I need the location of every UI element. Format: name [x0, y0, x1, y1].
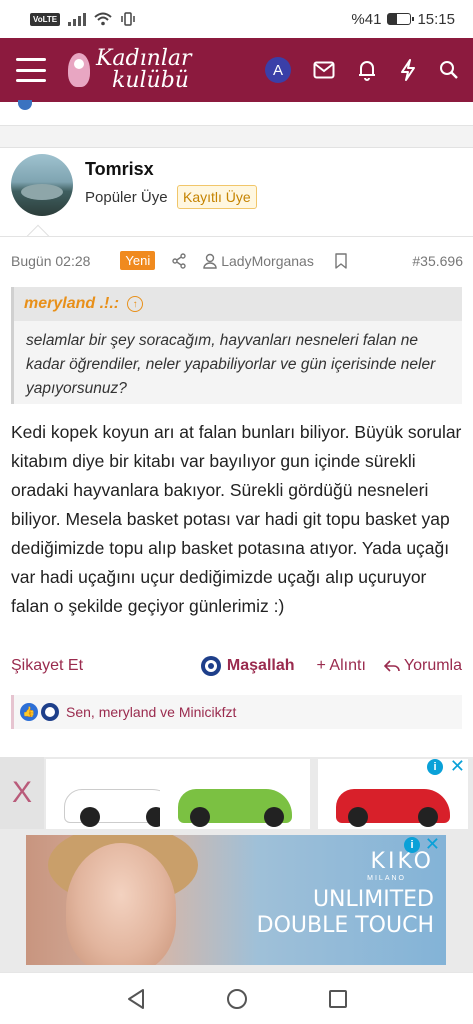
ad-info-icon[interactable]: i: [427, 759, 443, 775]
post-user-block: Tomrisx Popüler Üye Kayıtlı Üye: [0, 148, 473, 236]
ad-product-tile[interactable]: [160, 759, 310, 829]
logo-text-line2: kulübü: [112, 68, 189, 93]
new-badge: Yeni: [120, 251, 156, 270]
mail-icon[interactable]: [313, 61, 335, 79]
battery-percent: %41: [351, 10, 382, 28]
post-body: Kedi kopek koyun arı at falan bunları bi…: [11, 422, 462, 616]
back-icon[interactable]: [126, 988, 146, 1010]
ad-info-icon[interactable]: i: [404, 837, 420, 853]
menu-icon[interactable]: [16, 58, 46, 82]
post-number[interactable]: #35.696: [412, 253, 463, 269]
mentioned-user: LadyMorganas: [221, 252, 314, 269]
lightning-icon[interactable]: [399, 59, 417, 81]
wheel-shape: [80, 807, 100, 827]
wheel-shape: [264, 807, 284, 827]
post-username[interactable]: Tomrisx: [85, 159, 154, 180]
wheel-shape: [190, 807, 210, 827]
search-icon[interactable]: [439, 60, 459, 80]
arrow-up-circle-icon[interactable]: ↑: [127, 296, 144, 312]
home-icon[interactable]: [226, 988, 248, 1010]
report-button[interactable]: Şikayet Et: [11, 657, 83, 675]
clock: 15:15: [417, 10, 455, 28]
post-date[interactable]: Bugün 02:28: [11, 253, 90, 269]
reply-button[interactable]: Yorumla: [383, 657, 462, 675]
status-bar: VoLTE %41 15:15: [0, 0, 473, 38]
ad-banner[interactable]: KIKO MILANO UNLIMITED DOUBLE TOUCH i ✕: [26, 835, 446, 965]
mentioned-user-link[interactable]: LadyMorganas: [203, 253, 314, 269]
evil-eye-icon: [200, 656, 221, 676]
reaction-icon: [18, 100, 32, 110]
ad-dismiss-icon[interactable]: ✕: [450, 756, 465, 777]
user-title: Popüler Üye: [85, 189, 168, 206]
post-meta-bar: Bugün 02:28 Yeni LadyMorganas #35.696: [0, 236, 473, 284]
logo-mark-icon: [68, 53, 90, 87]
bell-icon[interactable]: [357, 59, 377, 81]
signal-icon: [68, 12, 87, 26]
share-icon[interactable]: [171, 252, 187, 269]
reactions-bar[interactable]: 👍 Sen, meryland ve Minicikfzt: [11, 695, 462, 729]
logo-text-line1: Kadınlar: [96, 46, 192, 71]
quote-button[interactable]: + Alıntı: [317, 657, 366, 675]
account-avatar[interactable]: A: [265, 57, 291, 83]
wheel-shape: [348, 807, 368, 827]
battery-icon: [387, 13, 415, 25]
ad-headline-line2: DOUBLE TOUCH: [256, 913, 434, 938]
mashallah-label: Maşallah: [226, 657, 295, 674]
ad-product-tile[interactable]: [318, 759, 468, 829]
quote-block: meryland .!.: ↑ selamlar bir şey soracağ…: [11, 287, 462, 404]
user-avatar[interactable]: [11, 154, 73, 216]
mashallah-button[interactable]: Maşallah: [200, 656, 295, 676]
reply-label: Yorumla: [403, 657, 462, 674]
reactions-text[interactable]: Sen, meryland ve Minicikfzt: [66, 704, 236, 720]
post-separator: [0, 126, 473, 148]
model-face-shape: [66, 843, 176, 965]
ad-dismiss-icon[interactable]: ✕: [425, 835, 440, 855]
recents-icon[interactable]: [328, 989, 348, 1009]
vibrate-icon: [121, 12, 135, 26]
user-icon: [203, 253, 217, 269]
ad-brand-sub: MILANO: [367, 875, 406, 882]
evil-eye-reaction-icon: [41, 703, 59, 721]
ad-headline-line1: UNLIMITED: [312, 887, 434, 912]
previous-post-end: [0, 100, 473, 126]
post-actions: Şikayet Et Maşallah + Alıntı Yorumla: [0, 650, 473, 682]
ad-headline: UNLIMITED DOUBLE TOUCH: [257, 887, 434, 939]
site-header: Kadınlar kulübü A: [0, 38, 473, 102]
ad-container: X i ✕ KIKO MILANO UNLIMITED DOUBLE TOUCH…: [0, 756, 473, 972]
wheel-shape: [418, 807, 438, 827]
user-badge: Kayıtlı Üye: [177, 185, 257, 209]
quote-author[interactable]: meryland .!.:: [24, 295, 119, 313]
wifi-icon: [94, 12, 112, 26]
volte-indicator: VoLTE: [30, 12, 61, 26]
reply-icon: [383, 660, 400, 672]
bookmark-icon[interactable]: [334, 252, 348, 269]
ad-close-button[interactable]: X: [0, 757, 44, 829]
like-icon: 👍: [20, 703, 38, 721]
site-logo[interactable]: Kadınlar kulübü: [68, 48, 192, 92]
system-nav-bar: [0, 972, 473, 1024]
quote-text: selamlar bir şey soracağım, hayvanları n…: [26, 332, 436, 397]
